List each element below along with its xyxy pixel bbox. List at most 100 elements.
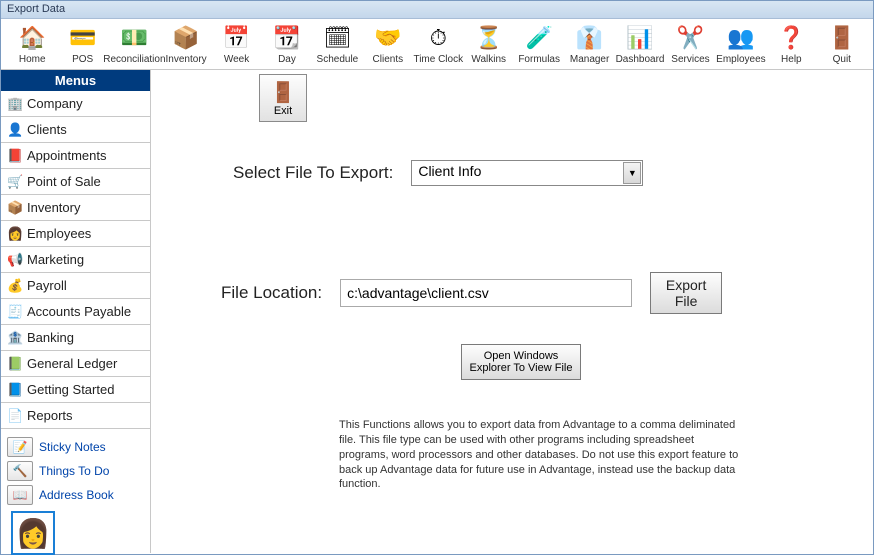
dashboard-icon: 📊: [625, 23, 655, 53]
toolbar-dashboard[interactable]: 📊Dashboard: [615, 21, 665, 67]
sidebar-item-general-ledger[interactable]: 📗General Ledger: [1, 351, 150, 377]
shortcut-sticky-notes[interactable]: 📝Sticky Notes: [1, 435, 150, 459]
shortcut-address-book[interactable]: 📖Address Book: [1, 483, 150, 507]
sidebar-item-reports[interactable]: 📄Reports: [1, 403, 150, 429]
toolbar-label: Reconciliation: [103, 54, 165, 65]
toolbar-label: Services: [671, 54, 709, 65]
toolbar-employees[interactable]: 👥Employees: [716, 21, 766, 67]
sidebar-item-label: Company: [27, 96, 83, 111]
inventory-icon: 📦: [171, 23, 201, 53]
toolbar-clients[interactable]: 🤝Clients: [363, 21, 413, 67]
toolbar-label: Clients: [373, 54, 404, 65]
sidebar-item-label: General Ledger: [27, 356, 117, 371]
sidebar-item-clients[interactable]: 👤Clients: [1, 117, 150, 143]
sidebar-item-getting-started[interactable]: 📘Getting Started: [1, 377, 150, 403]
sidebar-item-marketing[interactable]: 📢Marketing: [1, 247, 150, 273]
sidebar-item-label: Appointments: [27, 148, 107, 163]
quit-icon: 🚪: [827, 23, 857, 53]
toolbar-inventory[interactable]: 📦Inventory: [161, 21, 211, 67]
sidebar-item-payroll[interactable]: 💰Payroll: [1, 273, 150, 299]
toolbar-label: Quit: [833, 54, 851, 65]
file-location-input[interactable]: [340, 279, 632, 307]
main-toolbar: 🏠Home💳POS💵Reconciliation📦Inventory📅Week📆…: [1, 19, 873, 70]
file-location-label: File Location:: [221, 283, 322, 303]
sidebar-item-accounts-payable[interactable]: 🧾Accounts Payable: [1, 299, 150, 325]
content-area: 🚪 Exit Select File To Export: Client Inf…: [151, 70, 873, 553]
point-of-sale-icon: 🛒: [7, 174, 25, 190]
manager-icon: 👔: [575, 23, 605, 53]
toolbar-week[interactable]: 📅Week: [211, 21, 261, 67]
file-type-select[interactable]: Client Info ▼: [411, 160, 643, 186]
toolbar-day[interactable]: 📆Day: [262, 21, 312, 67]
sidebar: Menus 🏢Company👤Clients📕Appointments🛒Poin…: [1, 70, 151, 553]
sidebar-item-banking[interactable]: 🏦Banking: [1, 325, 150, 351]
sidebar-item-appointments[interactable]: 📕Appointments: [1, 143, 150, 169]
payroll-icon: 💰: [7, 278, 25, 294]
appointments-icon: 📕: [7, 148, 25, 164]
toolbar-label: Day: [278, 54, 296, 65]
info-text: This Functions allows you to export data…: [339, 418, 739, 492]
export-file-button[interactable]: Export File: [650, 272, 722, 314]
chevron-down-icon[interactable]: ▼: [623, 162, 641, 184]
things-to-do-icon: 🔨: [7, 461, 33, 481]
door-icon: 🚪: [271, 80, 296, 105]
getting-started-icon: 📘: [7, 382, 25, 398]
toolbar-label: Time Clock: [413, 54, 463, 65]
file-type-value: Client Info: [411, 160, 643, 186]
sidebar-item-label: Inventory: [27, 200, 80, 215]
clients-icon: 👤: [7, 122, 25, 138]
open-explorer-button[interactable]: Open Windows Explorer To View File: [461, 344, 581, 380]
toolbar-label: Schedule: [317, 54, 359, 65]
employees-icon: 👩: [7, 226, 25, 242]
sidebar-item-label: Payroll: [27, 278, 67, 293]
employees-icon: 👥: [726, 23, 756, 53]
sidebar-item-label: Banking: [27, 330, 74, 345]
shortcut-label: Address Book: [39, 488, 114, 502]
day-icon: 📆: [272, 23, 302, 53]
sidebar-item-point-of-sale[interactable]: 🛒Point of Sale: [1, 169, 150, 195]
toolbar-schedule[interactable]: 🗓Schedule: [312, 21, 362, 67]
avatar[interactable]: 👩: [11, 511, 55, 555]
toolbar-home[interactable]: 🏠Home: [7, 21, 57, 67]
reports-icon: 📄: [7, 408, 25, 424]
toolbar-label: Inventory: [166, 54, 207, 65]
toolbar-manager[interactable]: 👔Manager: [564, 21, 614, 67]
clients-icon: 🤝: [373, 23, 403, 53]
window-title: Export Data: [1, 1, 873, 19]
toolbar-label: Home: [19, 54, 46, 65]
toolbar-help[interactable]: ❓Help: [766, 21, 816, 67]
sidebar-item-inventory[interactable]: 📦Inventory: [1, 195, 150, 221]
marketing-icon: 📢: [7, 252, 25, 268]
inventory-icon: 📦: [7, 200, 25, 216]
toolbar-services[interactable]: ✂️Services: [665, 21, 715, 67]
services-icon: ✂️: [675, 23, 705, 53]
select-file-label: Select File To Export:: [233, 163, 393, 183]
toolbar-formulas[interactable]: 🧪Formulas: [514, 21, 564, 67]
sidebar-item-label: Getting Started: [27, 382, 114, 397]
toolbar-quit[interactable]: 🚪Quit: [817, 21, 867, 67]
exit-button[interactable]: 🚪 Exit: [259, 74, 307, 122]
accounts-payable-icon: 🧾: [7, 304, 25, 320]
toolbar-label: Manager: [570, 54, 609, 65]
banking-icon: 🏦: [7, 330, 25, 346]
toolbar-label: Dashboard: [616, 54, 665, 65]
toolbar-label: Formulas: [518, 54, 560, 65]
time-clock-icon: ⏱: [423, 23, 453, 53]
toolbar-label: Week: [224, 54, 249, 65]
pos-icon: 💳: [68, 23, 98, 53]
toolbar-label: Help: [781, 54, 802, 65]
week-icon: 📅: [222, 23, 252, 53]
sidebar-item-label: Accounts Payable: [27, 304, 131, 319]
general-ledger-icon: 📗: [7, 356, 25, 372]
sidebar-header: Menus: [1, 70, 150, 91]
sidebar-item-employees[interactable]: 👩Employees: [1, 221, 150, 247]
toolbar-pos[interactable]: 💳POS: [57, 21, 107, 67]
company-icon: 🏢: [7, 96, 25, 112]
sticky-notes-icon: 📝: [7, 437, 33, 457]
shortcut-things-to-do[interactable]: 🔨Things To Do: [1, 459, 150, 483]
toolbar-walkins[interactable]: ⏳Walkins: [464, 21, 514, 67]
toolbar-label: POS: [72, 54, 93, 65]
toolbar-time-clock[interactable]: ⏱Time Clock: [413, 21, 463, 67]
toolbar-reconciliation[interactable]: 💵Reconciliation: [108, 21, 161, 67]
sidebar-item-company[interactable]: 🏢Company: [1, 91, 150, 117]
